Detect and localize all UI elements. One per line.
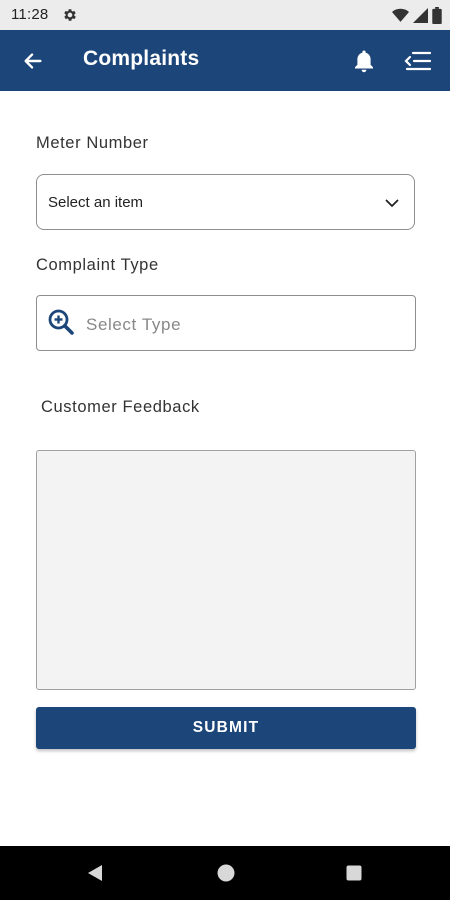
nav-recents-icon[interactable] — [346, 865, 362, 881]
signal-icon — [413, 7, 428, 23]
complaint-type-label: Complaint Type — [36, 256, 159, 274]
wifi-icon — [392, 8, 409, 22]
meter-number-dropdown[interactable]: Select an item — [36, 174, 415, 230]
battery-icon — [432, 6, 442, 24]
meter-number-label: Meter Number — [36, 134, 149, 152]
status-bar: 11:28 — [0, 0, 450, 30]
nav-home-icon[interactable] — [217, 864, 235, 882]
status-time: 11:28 — [11, 6, 49, 23]
zoom-in-icon — [48, 309, 74, 335]
submit-button[interactable]: SUBMIT — [36, 707, 416, 749]
menu-icon — [404, 51, 432, 71]
complaint-type-field[interactable]: Select Type — [36, 295, 416, 351]
page-title: Complaints — [83, 47, 200, 70]
meter-number-selected-value: Select an item — [48, 194, 144, 211]
back-button[interactable] — [18, 46, 48, 76]
nav-back-icon[interactable] — [86, 864, 104, 882]
app-bar: Complaints — [0, 30, 450, 91]
gear-icon — [64, 9, 76, 21]
complaint-type-placeholder: Select Type — [86, 315, 182, 334]
status-icons — [392, 6, 442, 24]
system-nav-bar — [0, 846, 450, 900]
notifications-button[interactable] — [349, 46, 379, 76]
menu-button[interactable] — [402, 46, 434, 76]
customer-feedback-textarea[interactable] — [36, 450, 416, 690]
back-arrow-icon — [24, 53, 42, 69]
bell-icon — [355, 50, 373, 73]
customer-feedback-label: Customer Feedback — [41, 398, 200, 416]
chevron-down-icon — [385, 199, 399, 207]
